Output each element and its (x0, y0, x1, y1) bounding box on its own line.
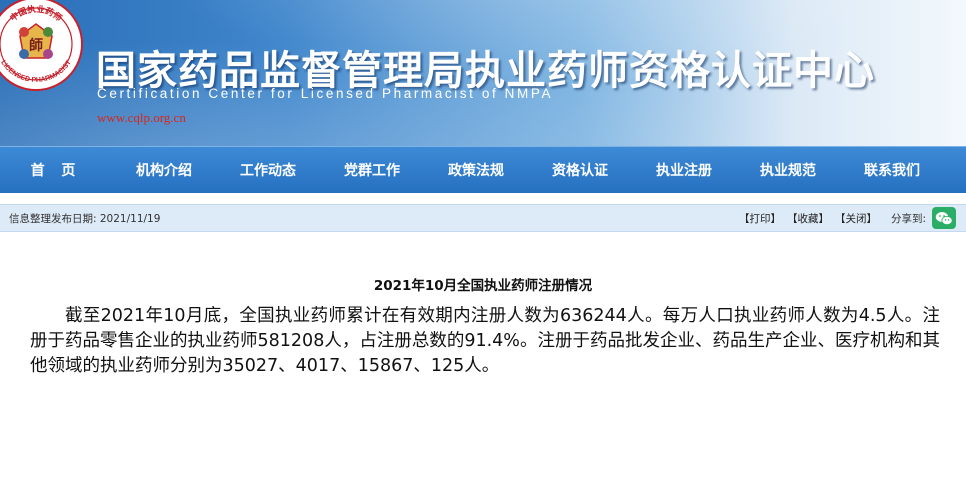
nav-item-certification[interactable]: 资格认证 (528, 160, 632, 180)
favorite-link[interactable]: 【收藏】 (787, 211, 829, 226)
nav-item-contact[interactable]: 联系我们 (840, 160, 944, 180)
nav-item-home[interactable]: 首 页 (0, 160, 112, 180)
wechat-icon[interactable] (932, 207, 956, 229)
logo-center-char: 師 (29, 37, 43, 54)
nav-item-policies[interactable]: 政策法规 (424, 160, 528, 180)
article-title: 2021年10月全国执业药师注册情况 (373, 278, 593, 294)
main-nav: 首 页 机构介绍 工作动态 党群工作 政策法规 资格认证 执业注册 执业规范 联… (0, 146, 966, 193)
nav-item-registration[interactable]: 执业注册 (632, 160, 736, 180)
site-url[interactable]: www.cqlp.org.cn (97, 110, 186, 126)
close-link[interactable]: 【关闭】 (835, 211, 877, 226)
nav-item-practice-standards[interactable]: 执业规范 (736, 160, 840, 180)
pharmacist-logo[interactable]: 中国执业药师 LICENSED PHARMACIST 師 (0, 0, 88, 104)
print-link[interactable]: 【打印】 (739, 211, 781, 226)
article-body: 截至2021年10月底，全国执业药师累计在有效期内注册人数为636244人。每万… (30, 306, 940, 376)
info-bar: 信息整理发布日期: 2021/11/19 【打印】 【收藏】 【关闭】 分享到: (0, 204, 966, 232)
site-subtitle: Certification Center for Licensed Pharma… (97, 86, 554, 101)
article-tools: 【打印】 【收藏】 【关闭】 分享到: (739, 207, 956, 229)
nav-item-news[interactable]: 工作动态 (216, 160, 320, 180)
publish-date: 信息整理发布日期: 2021/11/19 (9, 212, 161, 225)
nav-item-about[interactable]: 机构介绍 (112, 160, 216, 180)
share-label: 分享到: (890, 212, 926, 225)
nav-item-party-work[interactable]: 党群工作 (320, 160, 424, 180)
wechat-glyph-icon (935, 211, 953, 225)
header-banner: 中国执业药师 LICENSED PHARMACIST 師 国家药品监督管理局执业… (0, 0, 966, 146)
